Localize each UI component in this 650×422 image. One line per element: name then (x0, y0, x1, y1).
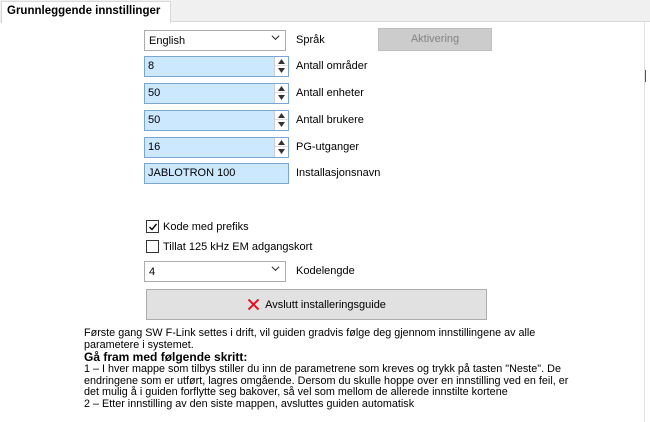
prefix-code-checkbox-row[interactable]: Kode med prefiks (146, 220, 249, 233)
activate-button[interactable]: Aktivering (378, 28, 492, 51)
installation-name-input[interactable]: JABLOTRON 100 (144, 163, 289, 184)
users-value: 50 (148, 114, 161, 126)
em-card-checkbox-row[interactable]: Tillat 125 kHz EM adgangskort (146, 240, 312, 253)
devices-label: Antall enheter (296, 87, 364, 99)
pg-outputs-spin-buttons (274, 138, 288, 157)
em-card-label: Tillat 125 kHz EM adgangskort (163, 240, 313, 253)
tab-strip: Grunnleggende innstillinger (0, 0, 650, 23)
info-step-2: 2 – Etter innstilling av den siste mappe… (84, 397, 415, 410)
em-card-checkbox[interactable] (146, 240, 159, 253)
spin-down-icon[interactable] (275, 93, 288, 102)
spin-up-icon[interactable] (275, 111, 288, 120)
language-select[interactable]: English (144, 30, 286, 51)
code-length-label: Kodelengde (296, 265, 355, 277)
spin-down-icon[interactable] (275, 120, 288, 129)
areas-spin-buttons (274, 57, 288, 76)
devices-spin-buttons (274, 84, 288, 103)
areas-label: Antall områder (296, 60, 368, 72)
code-length-select[interactable]: 4 (144, 261, 286, 282)
pg-outputs-label: PG-utganger (296, 141, 359, 153)
users-spin-buttons (274, 111, 288, 130)
language-value: English (149, 35, 186, 47)
checkmark-icon (148, 223, 157, 231)
pg-outputs-value: 16 (148, 141, 161, 153)
finish-wizard-button[interactable]: Avslutt installeringsguide (146, 289, 487, 320)
scroll-marker (645, 70, 646, 82)
prefix-code-checkbox[interactable] (146, 220, 159, 233)
info-intro: Første gang SW F-Link settes i drift, vi… (84, 327, 536, 351)
code-length-value: 4 (149, 266, 156, 278)
installation-name-label: Installasjonsnavn (296, 167, 381, 179)
devices-value: 50 (148, 87, 161, 99)
info-step-1: 1 – I hver mappe som tilbys stiller du i… (84, 363, 569, 398)
finish-wizard-label: Avslutt installeringsguide (265, 298, 386, 311)
devices-spinner[interactable]: 50 (144, 83, 289, 104)
prefix-code-label: Kode med prefiks (163, 220, 249, 233)
areas-spinner[interactable]: 8 (144, 56, 289, 77)
tab-basic-settings[interactable]: Grunnleggende innstillinger (1, 1, 171, 23)
spin-up-icon[interactable] (275, 138, 288, 147)
language-label: Språk (296, 34, 325, 46)
info-text: Første gang SW F-Link settes i drift, vi… (84, 327, 584, 410)
spin-down-icon[interactable] (275, 147, 288, 156)
users-label: Antall brukere (296, 114, 364, 126)
spin-down-icon[interactable] (275, 66, 288, 75)
spin-up-icon[interactable] (275, 57, 288, 66)
pg-outputs-spinner[interactable]: 16 (144, 137, 289, 158)
areas-value: 8 (148, 60, 155, 72)
spin-up-icon[interactable] (275, 84, 288, 93)
users-spinner[interactable]: 50 (144, 110, 289, 131)
chevron-down-icon (271, 264, 280, 276)
close-x-icon (247, 298, 260, 311)
chevron-down-icon (271, 33, 280, 45)
